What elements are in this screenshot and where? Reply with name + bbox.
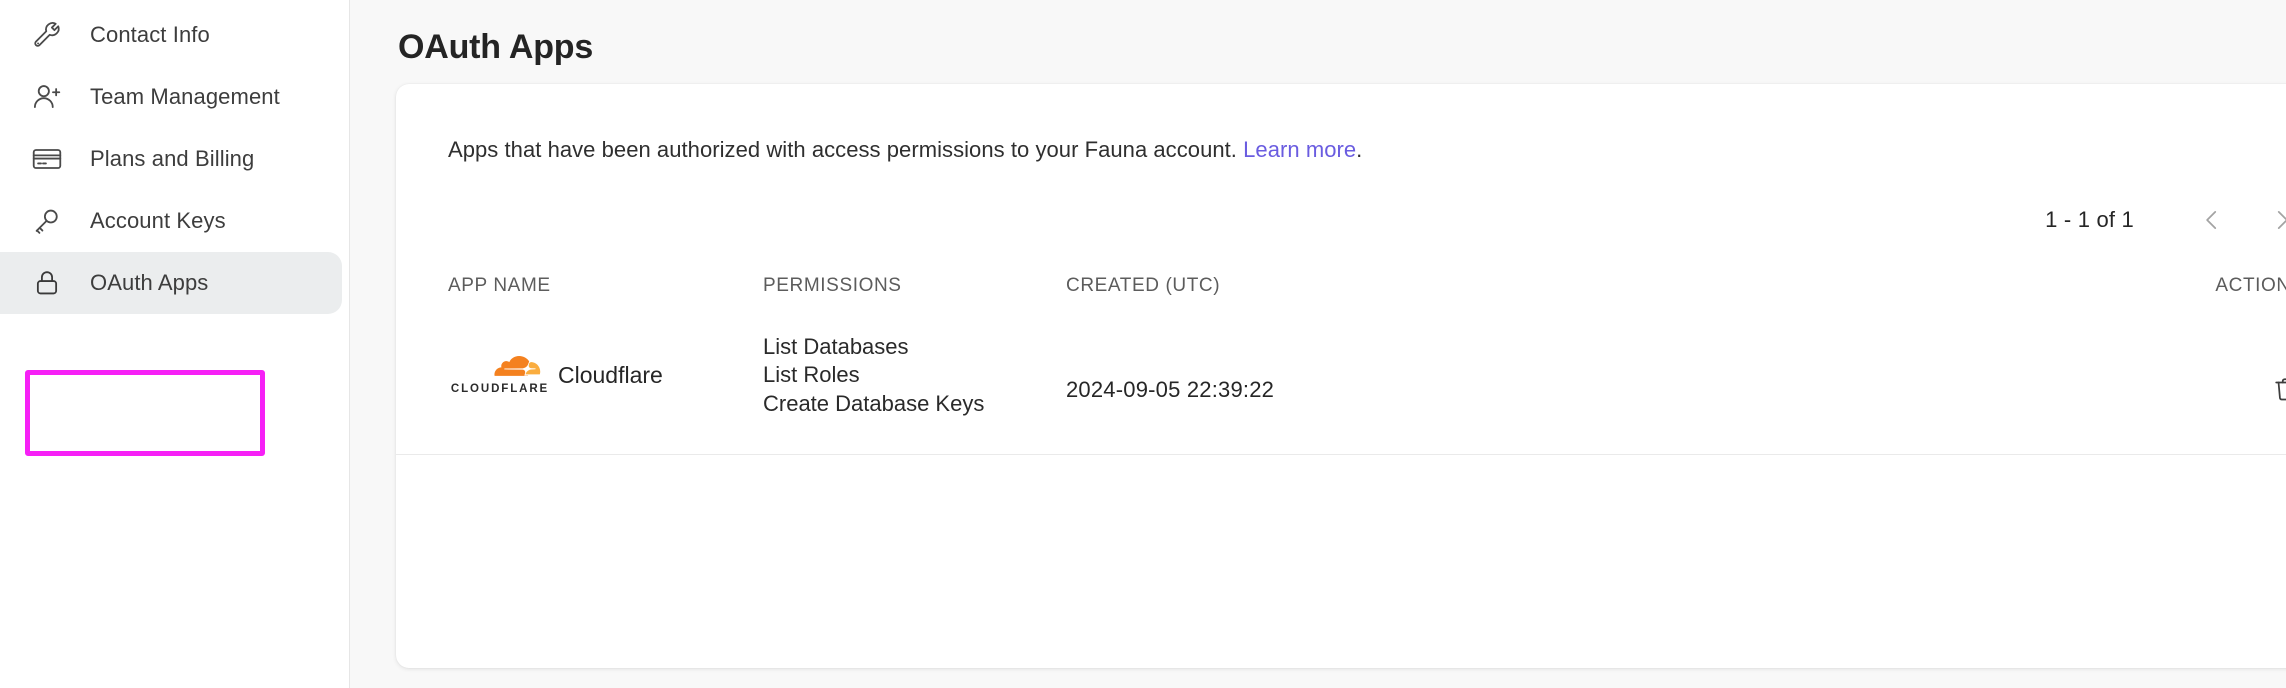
sidebar-item-label: Account Keys (90, 208, 226, 233)
card-description: Apps that have been authorized with acce… (448, 137, 2286, 163)
sidebar-item-oauth-apps[interactable]: OAuth Apps (0, 252, 342, 314)
learn-more-link[interactable]: Learn more (1243, 137, 1356, 162)
table-row: CLOUDFLARE Cloudflare List Databases Lis… (396, 333, 2286, 456)
sidebar-item-label: Team Management (90, 84, 280, 109)
pagination-prev-button[interactable] (2186, 197, 2238, 243)
column-header-actions: ACTIONS (2215, 275, 2286, 296)
key-icon (30, 204, 64, 238)
cell-permissions: List Databases List Roles Create Databas… (763, 333, 1066, 418)
card-description-suffix: . (1356, 137, 1363, 162)
permission-item: List Databases (763, 334, 909, 359)
oauth-apps-card: Apps that have been authorized with acce… (396, 84, 2286, 668)
credit-card-icon (30, 142, 64, 176)
chevron-left-icon (2199, 207, 2225, 233)
chevron-right-icon (2269, 207, 2286, 233)
oauth-apps-page: Contact Info Team Management Plans and B… (0, 0, 2286, 688)
sidebar-item-label: Contact Info (90, 22, 210, 47)
trash-icon (2272, 375, 2286, 403)
cell-created-date: 2024-09-05 22:39:22 (1066, 377, 1275, 403)
pagination-next-button[interactable] (2256, 197, 2286, 243)
annotation-highlight-box (25, 370, 265, 456)
sidebar-item-contact-info[interactable]: Contact Info (0, 4, 342, 66)
cell-actions (2183, 343, 2286, 409)
page-title: OAuth Apps (398, 28, 594, 66)
column-header-permissions: PERMISSIONS (763, 275, 902, 296)
sidebar-item-account-keys[interactable]: Account Keys (0, 190, 342, 252)
cell-app-name: CLOUDFLARE Cloudflare (448, 356, 763, 395)
cloudflare-wordmark: CLOUDFLARE (450, 383, 550, 396)
oauth-apps-table: APP NAME PERMISSIONS CREATED (UTC) ACTIO… (396, 275, 2286, 456)
card-description-text: Apps that have been authorized with acce… (448, 137, 1244, 162)
pagination-count: 1 - 1 of 1 (2045, 207, 2134, 232)
column-header-app-name: APP NAME (448, 275, 551, 296)
sidebar-item-plans-and-billing[interactable]: Plans and Billing (0, 128, 342, 190)
delete-app-button[interactable] (2266, 369, 2286, 409)
main-content: OAuth Apps Apps that have been authorize… (350, 0, 2286, 688)
sidebar-item-team-management[interactable]: Team Management (0, 66, 342, 128)
column-header-created: CREATED (UTC) (1066, 275, 1221, 296)
sidebar-item-label: OAuth Apps (90, 270, 209, 295)
sidebar-navigation: Contact Info Team Management Plans and B… (0, 0, 350, 688)
wrench-icon (30, 18, 64, 52)
user-plus-icon (30, 80, 64, 114)
pagination-controls: 1 - 1 of 1 (396, 200, 2286, 240)
cloud-icon (494, 356, 541, 376)
table-header-row: APP NAME PERMISSIONS CREATED (UTC) ACTIO… (396, 275, 2286, 297)
app-name-label: Cloudflare (558, 362, 663, 389)
permission-item: Create Database Keys (763, 390, 985, 416)
permission-item: List Roles (763, 362, 860, 388)
lock-icon (30, 266, 64, 300)
sidebar-item-label: Plans and Billing (90, 146, 255, 171)
cloudflare-logo: CLOUDFLARE (448, 356, 552, 395)
